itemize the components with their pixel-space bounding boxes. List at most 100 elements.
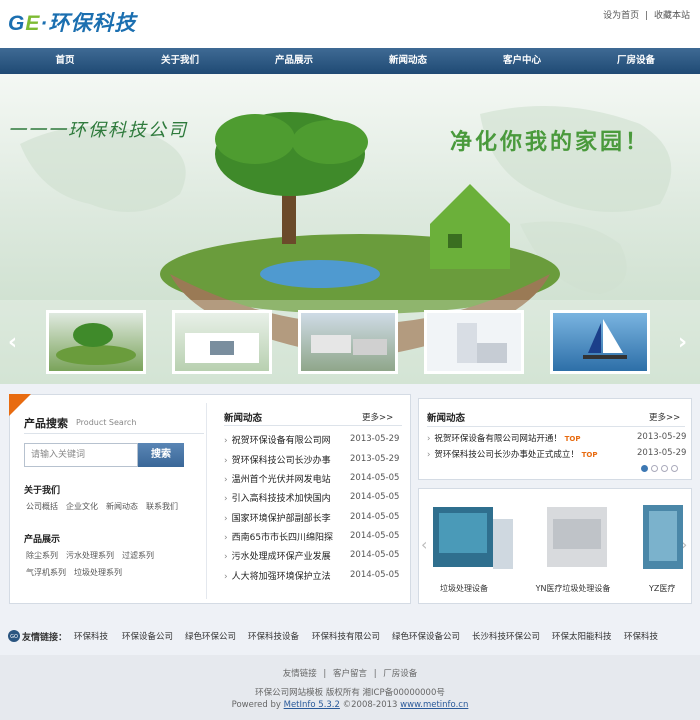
product-label: YN医疗垃圾处理设备 (535, 584, 611, 593)
product-link-filter[interactable]: 过滤系列 (122, 551, 154, 560)
search-button[interactable]: 搜索 (138, 443, 184, 467)
friend-link[interactable]: 环保设备公司 (122, 630, 173, 642)
news-date: 2014-05-05 (350, 550, 400, 560)
set-home-link[interactable]: 设为首页 (603, 11, 639, 21)
pager-dot[interactable] (671, 465, 678, 472)
banner-thumb-factory[interactable] (298, 310, 398, 374)
friend-links-label: 友情链接： (22, 633, 68, 643)
site-link[interactable]: www.metinfo.cn (400, 700, 468, 710)
hero-banner[interactable]: 一一一环保科技公司 净化你我的家园！ ‹ › (0, 74, 700, 384)
pager-dot[interactable] (661, 465, 668, 472)
nav-about[interactable]: 关于我们 (130, 48, 230, 74)
bullet-icon: › (224, 494, 228, 504)
corner-badge-icon (9, 394, 31, 416)
product-label: 垃圾处理设备 (440, 584, 488, 593)
footer-links: 友情链接 | 客户留言 | 厂房设备 (0, 667, 700, 679)
search-divider (24, 433, 204, 434)
news-mid-item[interactable]: › 国家环境保护部副部长李 (224, 511, 331, 524)
friend-links-icon: GO (8, 630, 20, 642)
news-title: 贺环保科技公司长沙办事处正式成立！ (434, 450, 579, 460)
product-thumb-garbage[interactable] (429, 499, 519, 575)
news-date: 2014-05-05 (350, 512, 400, 522)
metinfo-link[interactable]: MetInfo 5.3.2 (284, 700, 340, 710)
product-thumb-medical[interactable] (529, 499, 619, 575)
about-link-culture[interactable]: 企业文化 (66, 502, 98, 511)
banner-thumb-equipment[interactable] (424, 310, 524, 374)
bullet-icon: › (224, 572, 228, 582)
nav-products[interactable]: 产品展示 (244, 48, 344, 74)
news-mid-item[interactable]: › 温州首个光伏并网发电站 (224, 472, 331, 485)
about-link-contact[interactable]: 联系我们 (146, 502, 178, 511)
top-tag: TOP (581, 451, 598, 459)
product-link-sewage[interactable]: 污水处理系列 (66, 551, 114, 560)
news-mid-item[interactable]: › 污水处理成环保产业发展 (224, 549, 331, 562)
news-mid-item[interactable]: › 西南65市市长四川绵阳探 (224, 530, 333, 543)
friend-link[interactable]: 环保太阳能科技 (552, 630, 612, 642)
news-date: 2013-05-29 (637, 432, 687, 442)
footer-powered: Powered by MetInfo 5.3.2 ©2008-2013 www.… (0, 700, 700, 710)
main-nav: 首页 关于我们 产品展示 新闻动态 客户中心 厂房设备 (0, 48, 700, 74)
product-thumb-yz[interactable] (639, 499, 689, 575)
bullet-icon: › (224, 475, 228, 485)
bullet-icon: › (224, 514, 228, 524)
nav-factory[interactable]: 厂房设备 (586, 48, 686, 74)
news-title: 温州首个光伏并网发电站 (231, 475, 331, 485)
search-title: 产品搜索 (24, 417, 68, 430)
friend-link[interactable]: 绿色环保设备公司 (392, 630, 460, 642)
panel-divider (206, 403, 207, 599)
news-mid-item[interactable]: › 贺环保科技公司长沙办事 (224, 453, 331, 466)
banner-prev-arrow[interactable]: ‹ (8, 330, 17, 355)
product-prev-arrow[interactable]: ‹ (421, 535, 427, 554)
search-input[interactable]: 请输入关键词 (24, 443, 138, 467)
news-mid-item[interactable]: › 人大将加强环境保护立法 (224, 569, 331, 582)
news-date: 2013-05-29 (350, 434, 400, 444)
news-title: 国家环境保护部副部长李 (231, 514, 331, 524)
pager-dot[interactable] (651, 465, 658, 472)
logo-e: E (25, 12, 41, 35)
news-right-more-link[interactable]: 更多>> (649, 411, 680, 423)
news-mid-title: 新闻动态 (224, 413, 263, 424)
banner-thumb-island[interactable] (46, 310, 146, 374)
news-mid-divider (224, 425, 402, 426)
footer-link-message[interactable]: 客户留言 (333, 669, 367, 679)
about-links: 公司概括 企业文化 新闻动态 联系我们 (26, 501, 186, 512)
news-mid-item[interactable]: › 引入高科技技术加快国内 (224, 491, 331, 504)
news-title: 引入高科技技术加快国内 (231, 494, 331, 504)
footer-link-factory[interactable]: 厂房设备 (383, 669, 417, 679)
top-tag: TOP (564, 435, 581, 443)
nav-customer[interactable]: 客户中心 (472, 48, 572, 74)
about-title: 关于我们 (24, 486, 61, 496)
site-header: GE·环保科技 设为首页 | 收藏本站 (0, 0, 700, 48)
banner-next-arrow[interactable]: › (678, 330, 687, 355)
friend-link[interactable]: 长沙科技环保公司 (472, 630, 540, 642)
product-link-dust[interactable]: 除尘系列 (26, 551, 58, 560)
news-title: 人大将加强环境保护立法 (231, 572, 331, 582)
bookmark-link[interactable]: 收藏本站 (654, 11, 690, 21)
products-title: 产品展示 (24, 535, 61, 545)
news-mid-item[interactable]: › 祝贺环保设备有限公司网 (224, 433, 331, 446)
product-link-garbage[interactable]: 垃圾处理系列 (74, 568, 122, 577)
news-title: 祝贺环保设备有限公司网站开通！ (434, 434, 562, 444)
product-link-flotation[interactable]: 气浮机系列 (26, 568, 66, 577)
pager-dot[interactable] (641, 465, 648, 472)
about-link-overview[interactable]: 公司概括 (26, 502, 58, 511)
bullet-icon: › (224, 552, 228, 562)
news-date: 2013-05-29 (350, 454, 400, 464)
friend-link[interactable]: 绿色环保公司 (185, 630, 236, 642)
friend-link[interactable]: 环保科技 (624, 630, 658, 642)
friend-link[interactable]: 环保科技设备 (248, 630, 299, 642)
product-label: YZ医疗 (649, 584, 676, 593)
logo[interactable]: GE·环保科技 (8, 7, 136, 37)
nav-news[interactable]: 新闻动态 (358, 48, 458, 74)
news-title: 贺环保科技公司长沙办事 (231, 456, 331, 466)
footer-link-friends[interactable]: 友情链接 (283, 669, 317, 679)
news-mid-more-link[interactable]: 更多>> (362, 411, 393, 423)
friend-link[interactable]: 环保科技 (74, 630, 108, 642)
news-right-item[interactable]: › 贺环保科技公司长沙办事处正式成立！ TOP (427, 448, 597, 460)
banner-thumb-sailboat[interactable] (550, 310, 650, 374)
news-right-item[interactable]: › 祝贺环保设备有限公司网站开通！ TOP (427, 432, 580, 444)
friend-link[interactable]: 环保科技有限公司 (312, 630, 380, 642)
about-link-news[interactable]: 新闻动态 (106, 502, 138, 511)
nav-home[interactable]: 首页 (15, 48, 115, 74)
banner-thumb-exhibit[interactable] (172, 310, 272, 374)
